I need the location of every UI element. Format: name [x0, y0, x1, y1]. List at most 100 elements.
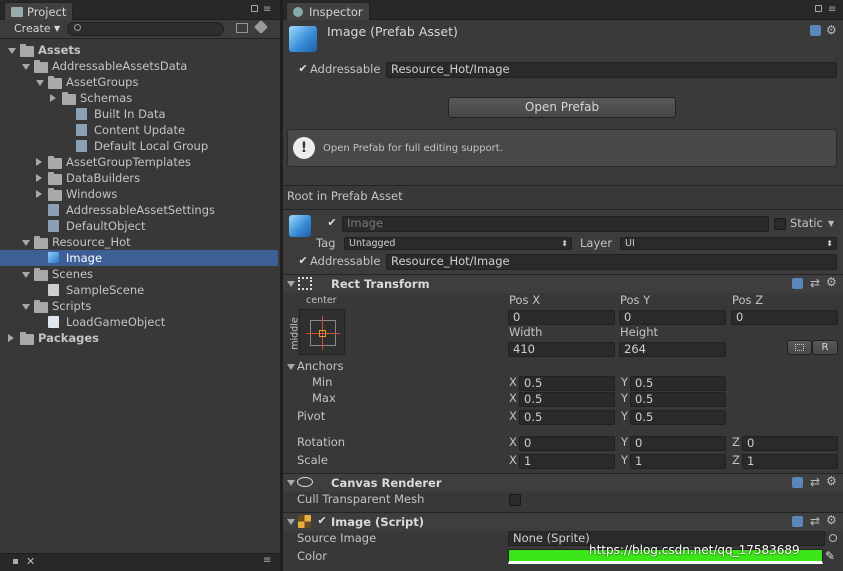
close-icon[interactable]: ✕ — [26, 555, 35, 568]
static-checkbox[interactable] — [774, 218, 786, 230]
tree-item[interactable]: Default Local Group — [0, 138, 278, 154]
go-icon — [289, 215, 311, 237]
active-checkbox[interactable]: ✔ — [326, 217, 338, 230]
tree-item[interactable]: AddressableAssetsData — [0, 58, 278, 74]
collapsed-arrow-icon[interactable] — [36, 174, 42, 182]
gear-icon[interactable]: ⚙ — [826, 275, 837, 289]
chevron-down-icon: ▼ — [54, 24, 61, 33]
expanded-arrow-icon[interactable] — [22, 304, 30, 310]
blueprint-mode-button[interactable] — [787, 340, 812, 355]
menu-icon[interactable]: ≡ — [263, 4, 271, 15]
posy-field[interactable]: 0 — [619, 310, 726, 325]
tree-item[interactable]: Assets — [0, 42, 278, 58]
scale-x-field[interactable]: 1 — [519, 454, 615, 469]
expanded-arrow-icon[interactable] — [22, 272, 30, 278]
expanded-arrow-icon[interactable] — [22, 240, 30, 246]
tree-item[interactable]: Schemas — [0, 90, 278, 106]
tree-item[interactable]: DefaultObject — [0, 218, 278, 234]
pivot-x-field[interactable]: 0.5 — [519, 410, 615, 425]
pivot-y-field[interactable]: 0.5 — [630, 410, 726, 425]
collapsed-arrow-icon[interactable] — [36, 158, 42, 166]
menu-icon[interactable]: ≡ — [828, 4, 836, 15]
tree-item[interactable]: Content Update — [0, 122, 278, 138]
foldout-icon[interactable] — [287, 364, 295, 370]
rot-x-field[interactable]: 0 — [519, 436, 615, 451]
help-icon[interactable] — [792, 477, 803, 488]
anchor-point — [319, 330, 326, 337]
tab-project[interactable]: Project — [4, 2, 74, 20]
layer-dropdown[interactable]: UI ⬍ — [620, 237, 837, 250]
collapsed-arrow-icon[interactable] — [36, 190, 42, 198]
anchor-presets-button[interactable] — [299, 309, 345, 355]
panel-menu-icon[interactable]: ≡ — [263, 555, 271, 566]
rot-y-field[interactable]: 0 — [630, 436, 726, 451]
scale-y-field[interactable]: 1 — [630, 454, 726, 469]
tree-item[interactable]: Packages — [0, 330, 278, 346]
filter-type-icon[interactable] — [236, 23, 248, 33]
tree-item-label: Schemas — [80, 91, 133, 105]
layer-label: Layer — [580, 236, 613, 250]
foldout-icon[interactable] — [287, 480, 295, 486]
go-name-field[interactable]: Image — [342, 216, 769, 232]
tree-item[interactable]: Scenes — [0, 266, 278, 282]
scale-z-field[interactable]: 1 — [742, 454, 838, 469]
lock-icon[interactable] — [251, 5, 258, 12]
addressable-checkbox[interactable]: ✔ — [297, 63, 309, 76]
pin-icon[interactable] — [13, 559, 18, 564]
tree-item[interactable]: Resource_Hot — [0, 234, 278, 250]
addressable-path-field[interactable]: Resource_Hot/Image — [386, 62, 837, 78]
tree-item[interactable]: Windows — [0, 186, 278, 202]
folder-icon — [20, 44, 34, 57]
tree-item[interactable]: Scripts — [0, 298, 278, 314]
posz-field[interactable]: 0 — [731, 310, 838, 325]
object-picker-icon[interactable] — [829, 534, 837, 542]
create-dropdown[interactable]: Create ▼ — [8, 22, 60, 37]
max-x-field[interactable]: 0.5 — [519, 392, 615, 407]
open-prefab-button[interactable]: Open Prefab — [448, 97, 676, 118]
lock-icon[interactable] — [815, 5, 822, 12]
blueprint-icon — [795, 344, 804, 351]
tree-item[interactable]: Image — [0, 250, 278, 266]
tree-item[interactable]: SampleScene — [0, 282, 278, 298]
foldout-icon[interactable] — [287, 281, 295, 287]
tree-item[interactable]: AssetGroups — [0, 74, 278, 90]
preset-icon[interactable]: ⇄ — [810, 276, 820, 290]
gear-icon[interactable]: ⚙ — [826, 23, 837, 37]
addressable-path-field[interactable]: Resource_Hot/Image — [386, 254, 837, 270]
expanded-arrow-icon[interactable] — [22, 64, 30, 70]
image-enabled-checkbox[interactable]: ✔ — [316, 515, 328, 528]
width-label: Width — [509, 325, 543, 339]
min-y-field[interactable]: 0.5 — [630, 376, 726, 391]
tree-item[interactable]: AssetGroupTemplates — [0, 154, 278, 170]
expanded-arrow-icon[interactable] — [36, 80, 44, 86]
foldout-icon[interactable] — [287, 519, 295, 525]
chevron-down-icon[interactable]: ▼ — [828, 219, 834, 228]
tag-dropdown[interactable]: Untagged ⬍ — [344, 237, 572, 250]
preset-icon[interactable]: ⇄ — [810, 475, 820, 489]
help-icon[interactable] — [810, 25, 821, 36]
search-input[interactable] — [67, 22, 224, 36]
help-icon[interactable] — [792, 516, 803, 527]
raw-edit-button[interactable]: R — [812, 340, 838, 355]
eyedropper-icon[interactable]: ✎ — [825, 549, 835, 563]
min-x-field[interactable]: 0.5 — [519, 376, 615, 391]
cull-checkbox[interactable] — [509, 494, 521, 506]
expanded-arrow-icon[interactable] — [8, 48, 16, 54]
addressable-checkbox[interactable]: ✔ — [297, 255, 309, 268]
max-y-field[interactable]: 0.5 — [630, 392, 726, 407]
preset-icon[interactable]: ⇄ — [810, 514, 820, 528]
tree-item[interactable]: DataBuilders — [0, 170, 278, 186]
tree-item[interactable]: LoadGameObject — [0, 314, 278, 330]
collapsed-arrow-icon[interactable] — [50, 94, 56, 102]
posx-field[interactable]: 0 — [508, 310, 615, 325]
tree-item[interactable]: AddressableAssetSettings — [0, 202, 278, 218]
width-field[interactable]: 410 — [508, 342, 615, 357]
rot-z-field[interactable]: 0 — [742, 436, 838, 451]
gear-icon[interactable]: ⚙ — [826, 474, 837, 488]
help-icon[interactable] — [792, 278, 803, 289]
tree-item[interactable]: Built In Data — [0, 106, 278, 122]
height-field[interactable]: 264 — [619, 342, 726, 357]
collapsed-arrow-icon[interactable] — [8, 334, 14, 342]
gear-icon[interactable]: ⚙ — [826, 513, 837, 527]
tab-inspector[interactable]: Inspector — [286, 2, 370, 20]
